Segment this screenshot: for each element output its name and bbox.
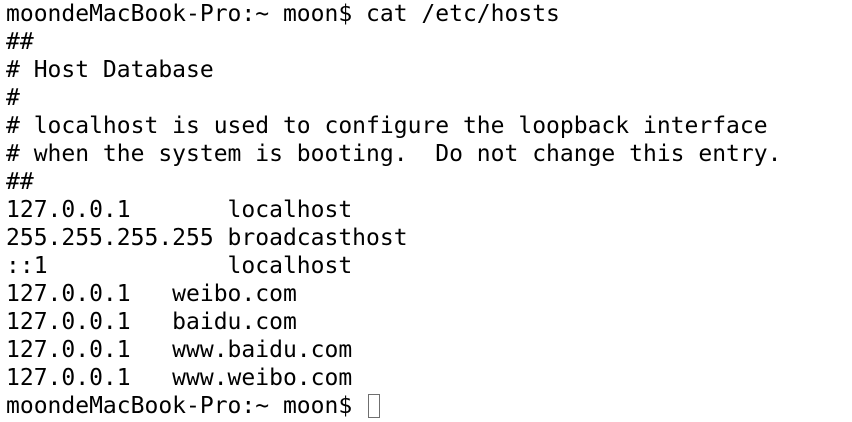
terminal-line: 127.0.0.1 localhost [6,197,353,223]
terminal-line: # when the system is booting. Do not cha… [6,141,782,167]
terminal-line: 127.0.0.1 baidu.com [6,309,297,335]
text-cursor[interactable] [368,394,381,418]
terminal-window[interactable]: moondeMacBook-Pro:~ moon$ cat /etc/hosts… [0,0,852,422]
terminal-line: 127.0.0.1 www.baidu.com [6,337,353,363]
terminal-prompt: moondeMacBook-Pro:~ moon$ [6,393,367,419]
terminal-line: # Host Database [6,57,214,83]
terminal-line: ## [6,29,34,55]
terminal-line: 127.0.0.1 www.weibo.com [6,365,353,391]
terminal-line: # localhost is used to configure the loo… [6,113,768,139]
terminal-line: 255.255.255.255 broadcasthost [6,225,408,251]
terminal-prompt-line[interactable]: moondeMacBook-Pro:~ moon$ [6,392,852,420]
terminal-line-command: moondeMacBook-Pro:~ moon$ cat /etc/hosts [6,1,560,27]
terminal-line: ::1 localhost [6,253,353,279]
terminal-line: # [6,85,20,111]
terminal-line: ## [6,169,34,195]
terminal-line: 127.0.0.1 weibo.com [6,281,297,307]
